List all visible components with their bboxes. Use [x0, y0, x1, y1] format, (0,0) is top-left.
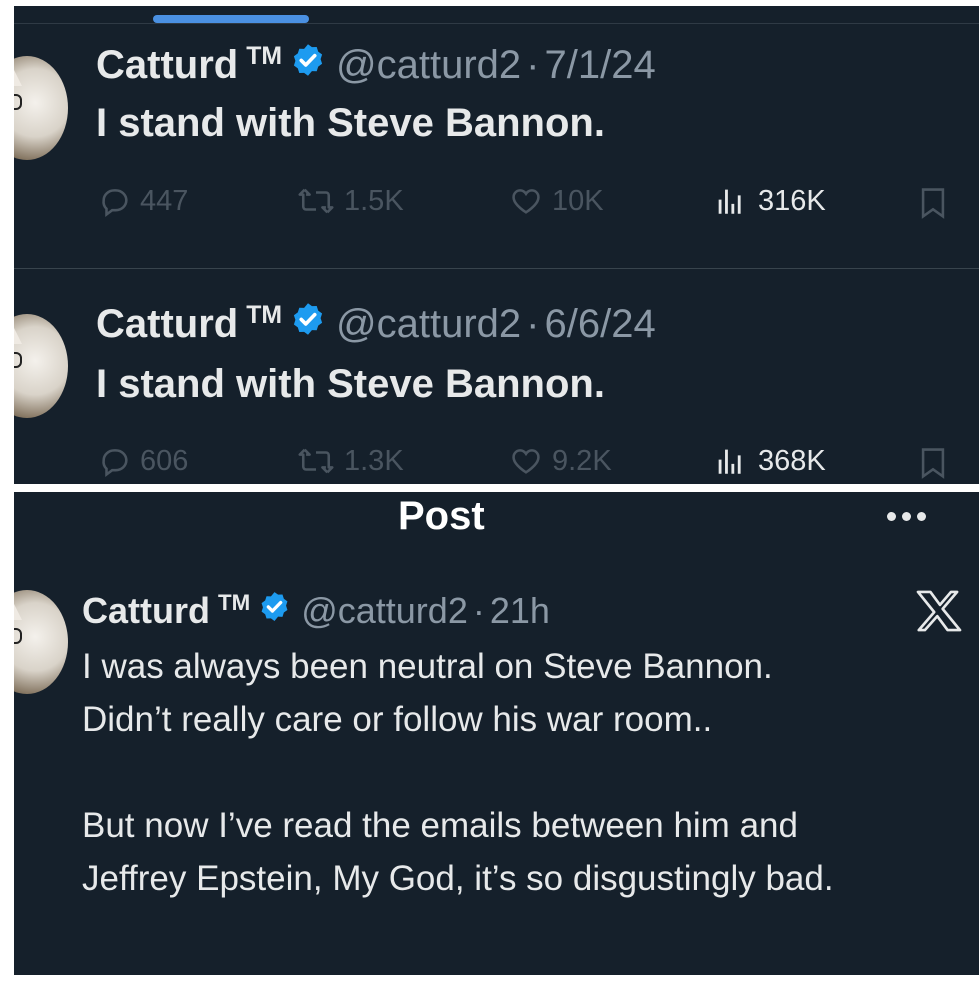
view-count: 368K — [758, 444, 826, 477]
repost-button[interactable]: 1.3K — [296, 444, 404, 478]
tweet-header: Catturd TM @catturd2 · 7/1/24 — [96, 42, 656, 88]
tweet-actions: 606 1.3K 9.2K 368K — [14, 444, 979, 484]
separator: · — [526, 42, 540, 87]
tweet-header: Catturd TM @catturd2 · 6/6/24 — [96, 301, 656, 347]
avatar[interactable] — [14, 590, 68, 694]
post-detail-panel: Post Catturd TM @catturd2 · 21h I was al… — [14, 492, 979, 975]
timeline-panel: Catturd TM @catturd2 · 7/1/24 I stand wi… — [14, 6, 979, 484]
verified-badge-icon — [290, 42, 326, 88]
more-options-icon[interactable] — [887, 512, 926, 521]
like-button[interactable]: 9.2K — [508, 444, 612, 478]
view-count: 316K — [758, 184, 826, 217]
post-body-line: But now I’ve read the emails between him… — [82, 806, 798, 845]
views-button[interactable]: 316K — [710, 184, 826, 218]
avatar-glasses — [14, 628, 22, 644]
bookmark-icon — [921, 188, 945, 219]
tm-mark: TM — [246, 302, 283, 329]
avatar-ear — [14, 324, 22, 344]
handle[interactable]: @catturd2 — [336, 302, 521, 347]
heart-icon — [512, 449, 540, 474]
post-body-line: I was always been neutral on Steve Banno… — [82, 647, 773, 686]
avatar-glasses — [14, 352, 22, 368]
repost-icon — [298, 448, 334, 474]
avatar[interactable] — [14, 56, 68, 160]
tweet-actions: 447 1.5K 10K 316K — [14, 184, 979, 224]
reply-button[interactable]: 606 — [98, 444, 188, 478]
separator: · — [472, 590, 485, 631]
like-button[interactable]: 10K — [508, 184, 604, 218]
tab-indicator — [153, 15, 309, 23]
repost-icon — [298, 188, 334, 214]
bookmark-button[interactable] — [916, 444, 958, 482]
display-name[interactable]: Catturd — [96, 43, 238, 88]
x-logo-icon — [916, 590, 962, 637]
tweet-date[interactable]: 7/1/24 — [545, 43, 656, 88]
divider — [14, 268, 979, 269]
like-count: 9.2K — [552, 444, 612, 477]
tweet-time[interactable]: 21h — [490, 590, 550, 632]
separator: · — [526, 301, 540, 346]
avatar-glasses — [14, 94, 22, 110]
verified-badge-icon — [290, 301, 326, 347]
tweet-date[interactable]: 6/6/24 — [545, 302, 656, 347]
tweet-text: I stand with Steve Bannon. — [96, 362, 605, 406]
post-body-line: Didn’t really care or follow his war roo… — [82, 700, 713, 739]
post-body-line: Jeffrey Epstein, My God, it’s so disgust… — [82, 859, 834, 898]
repost-button[interactable]: 1.5K — [296, 184, 404, 218]
tm-mark: TM — [218, 590, 251, 615]
views-button[interactable]: 368K — [710, 444, 826, 478]
tweet-text: I stand with Steve Bannon. — [96, 101, 605, 145]
reply-icon — [102, 449, 128, 478]
avatar-ear — [14, 600, 22, 620]
handle[interactable]: @catturd2 — [336, 43, 521, 88]
reply-button[interactable]: 447 — [98, 184, 188, 218]
display-name[interactable]: Catturd — [82, 590, 210, 632]
verified-badge-icon — [258, 590, 291, 632]
reply-count: 606 — [140, 444, 189, 477]
divider — [14, 23, 979, 24]
avatar[interactable] — [14, 314, 68, 418]
bookmark-button[interactable] — [916, 184, 958, 222]
post-body: I was always been neutral on Steve Banno… — [82, 640, 972, 905]
display-name[interactable]: Catturd — [96, 302, 238, 347]
avatar-ear — [14, 66, 22, 86]
like-count: 10K — [552, 184, 604, 217]
page-title: Post — [398, 494, 485, 538]
tweet-header: Catturd TM @catturd2 · 21h — [82, 590, 550, 632]
handle[interactable]: @catturd2 — [301, 590, 468, 632]
views-chart-icon — [718, 449, 741, 474]
heart-icon — [512, 189, 540, 214]
bookmark-icon — [921, 448, 945, 479]
tm-mark: TM — [246, 43, 283, 70]
reply-icon — [102, 189, 128, 218]
repost-count: 1.3K — [344, 444, 404, 477]
repost-count: 1.5K — [344, 184, 404, 217]
reply-count: 447 — [140, 184, 189, 217]
views-chart-icon — [718, 189, 741, 214]
